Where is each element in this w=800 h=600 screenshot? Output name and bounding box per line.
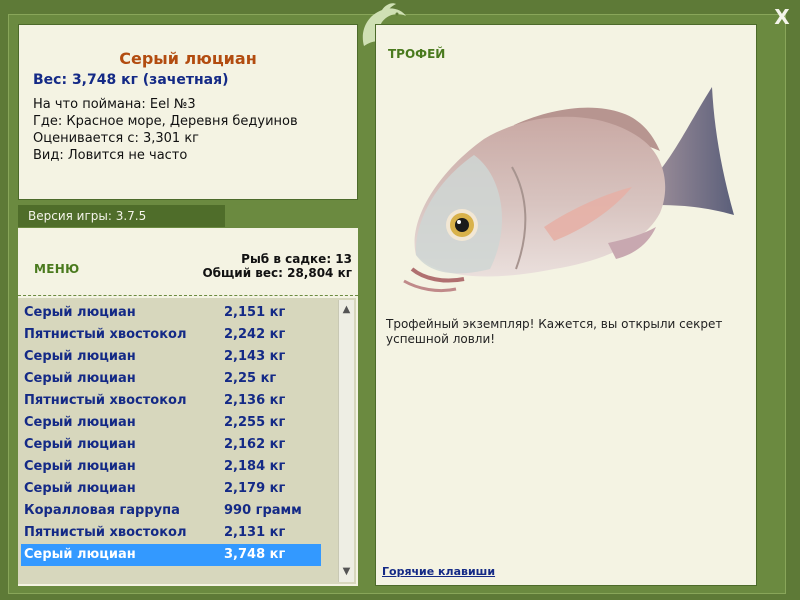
list-item-name: Серый люциан xyxy=(24,415,136,430)
trophy-panel: ТРОФЕЙ Трофейный экземпляр! Кажется, вы … xyxy=(375,24,757,586)
list-scrollbar[interactable]: ▲ ▼ xyxy=(338,300,354,582)
list-item-name: Серый люциан xyxy=(24,349,136,364)
list-item[interactable]: Серый люциан 2,151 кг xyxy=(21,302,321,324)
list-item[interactable]: Серый люциан 2,184 кг xyxy=(21,456,321,478)
trophy-text: Трофейный экземпляр! Кажется, вы открыли… xyxy=(386,317,723,346)
list-item-name: Коралловая гаррупа xyxy=(24,503,180,518)
fish-location: Где: Красное море, Деревня бедуинов xyxy=(33,114,298,129)
list-item-weight: 990 грамм xyxy=(224,503,302,518)
list-item-name: Серый люциан xyxy=(24,305,136,320)
list-item-weight: 3,748 кг xyxy=(224,547,286,562)
grey-snapper-fish-image xyxy=(403,87,734,293)
hotkeys-link[interactable]: Горячие клавиши xyxy=(382,565,495,578)
list-item-name: Пятнистый хвостокол xyxy=(24,327,187,342)
keep-stats: Рыб в садке: 13 Общий вес: 28,804 кг xyxy=(202,252,352,280)
fish-valued-from: Оценивается с: 3,301 кг xyxy=(33,131,200,146)
list-item[interactable]: Серый люциан 3,748 кг xyxy=(21,544,321,566)
list-item-weight: 2,25 кг xyxy=(224,371,277,386)
list-item-name: Серый люциан xyxy=(24,547,136,562)
fish-info-panel: Серый люциан Вес: 3,748 кг (зачетная) На… xyxy=(18,24,358,200)
version-bar: Версия игры: 3.7.5 xyxy=(18,205,225,227)
list-item-weight: 2,162 кг xyxy=(224,437,286,452)
list-item[interactable]: Серый люциан 2,179 кг xyxy=(21,478,321,500)
fish-frequency: Вид: Ловится не часто xyxy=(33,148,188,163)
list-item-name: Серый люциан xyxy=(24,459,136,474)
list-item[interactable]: Пятнистый хвостокол 2,131 кг xyxy=(21,522,321,544)
scroll-down-icon[interactable]: ▼ xyxy=(339,564,354,580)
list-item-weight: 2,242 кг xyxy=(224,327,286,342)
list-item[interactable]: Серый люциан 2,143 кг xyxy=(21,346,321,368)
list-item[interactable]: Серый люциан 2,255 кг xyxy=(21,412,321,434)
list-item[interactable]: Серый люциан 2,25 кг xyxy=(21,368,321,390)
list-item[interactable]: Пятнистый хвостокол 2,242 кг xyxy=(21,324,321,346)
close-button[interactable]: X xyxy=(768,4,796,30)
menu-button[interactable]: МЕНЮ xyxy=(34,262,79,276)
list-item-name: Серый люциан xyxy=(24,481,136,496)
list-item[interactable]: Коралловая гаррупа 990 грамм xyxy=(21,500,321,522)
list-item-weight: 2,184 кг xyxy=(224,459,286,474)
list-item-weight: 2,255 кг xyxy=(224,415,286,430)
keep-count: Рыб в садке: 13 xyxy=(241,252,352,266)
list-item[interactable]: Серый люциан 2,162 кг xyxy=(21,434,321,456)
list-item-weight: 2,131 кг xyxy=(224,525,286,540)
list-item-weight: 2,179 кг xyxy=(224,481,286,496)
fish-weight: Вес: 3,748 кг (зачетная) xyxy=(33,72,229,88)
list-item-name: Пятнистый хвостокол xyxy=(24,525,187,540)
list-item-name: Пятнистый хвостокол xyxy=(24,393,187,408)
list-item-name: Серый люциан xyxy=(24,371,136,386)
catch-list[interactable]: Серый люциан 2,151 кг Пятнистый хвостокол 2… xyxy=(18,298,356,584)
divider xyxy=(18,295,358,296)
list-item-weight: 2,151 кг xyxy=(224,305,286,320)
list-item-weight: 2,136 кг xyxy=(224,393,286,408)
scroll-up-icon[interactable]: ▲ xyxy=(339,302,354,318)
fish-bait: На что поймана: Eel №3 xyxy=(33,97,196,112)
keep-total-weight: Общий вес: 28,804 кг xyxy=(202,266,352,280)
catch-panel: МЕНЮ Рыб в садке: 13 Общий вес: 28,804 к… xyxy=(18,228,358,586)
list-item-weight: 2,143 кг xyxy=(224,349,286,364)
list-item[interactable]: Пятнистый хвостокол 2,136 кг xyxy=(21,390,321,412)
fish-title: Серый люциан xyxy=(119,49,257,68)
list-item-name: Серый люциан xyxy=(24,437,136,452)
